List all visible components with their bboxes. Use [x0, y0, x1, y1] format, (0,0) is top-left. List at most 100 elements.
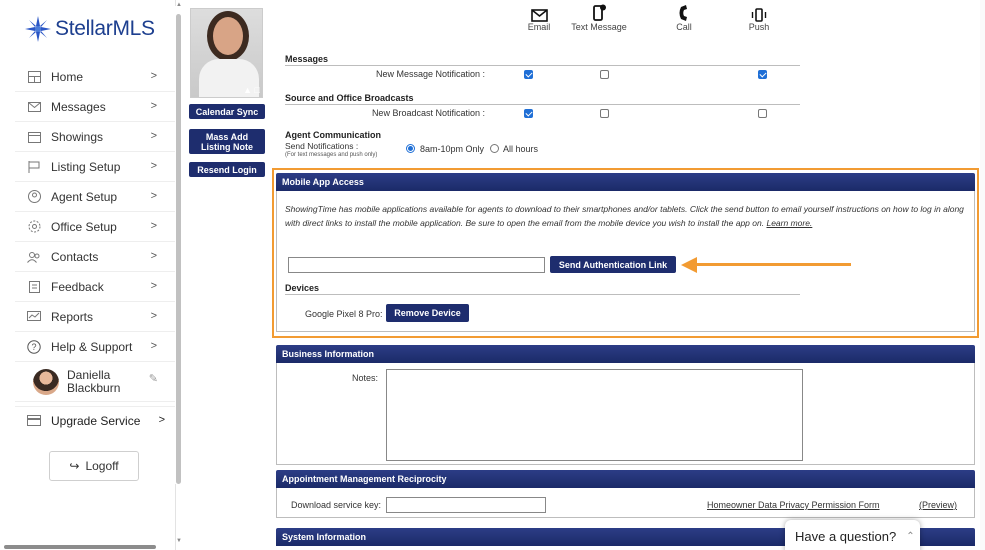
sidebar-item-agent-setup[interactable]: Agent Setup > [15, 182, 175, 212]
home-icon [27, 70, 41, 84]
send-notifications-label: Send Notifications : [285, 141, 359, 151]
download-key-input[interactable] [386, 497, 546, 513]
sidebar-item-label: Help & Support [51, 339, 133, 354]
profile-photo-face [213, 17, 243, 55]
chat-widget[interactable]: Have a question? ⌃ [785, 520, 920, 550]
sidebar-item-label: Reports [51, 309, 94, 324]
contacts-icon [27, 250, 41, 264]
devices-section-title: Devices [285, 283, 320, 293]
chevron-right-icon: > [150, 160, 157, 172]
send-notifications-note: (For text messages and push only) [285, 152, 378, 158]
sidebar-item-contacts[interactable]: Contacts > [15, 242, 175, 272]
reports-icon [27, 310, 41, 324]
divider [285, 65, 800, 66]
sidebar-item-feedback[interactable]: Feedback > [15, 272, 175, 302]
privacy-form-link[interactable]: Homeowner Data Privacy Permission Form [707, 500, 880, 510]
user-avatar [33, 368, 59, 395]
sidebar-item-label: Contacts [51, 249, 99, 264]
sidebar-item-messages[interactable]: Messages > [15, 92, 175, 122]
sidebar-item-label: Feedback [51, 279, 104, 294]
chevron-right-icon: > [150, 340, 157, 352]
radio-8am-10pm[interactable] [406, 144, 415, 153]
chevron-right-icon: > [150, 190, 157, 202]
mass-add-listing-note-button[interactable]: Mass Add Listing Note [189, 129, 265, 154]
sidebar-scrollbar[interactable] [175, 6, 182, 484]
chevron-right-icon: > [150, 250, 157, 262]
new-message-label: New Message Notification : [375, 69, 485, 79]
new-message-push-checkbox[interactable] [758, 70, 767, 79]
send-authentication-link-button[interactable]: Send Authentication Link [550, 256, 676, 273]
main-scrollbar[interactable] [980, 0, 985, 550]
chevron-right-icon: > [150, 220, 157, 232]
orange-arrow-line [693, 263, 851, 266]
sidebar-item-showings[interactable]: Showings > [15, 122, 175, 152]
help-icon: ? [27, 339, 41, 354]
option-all-hours-label: All hours [503, 144, 539, 154]
new-message-text-checkbox[interactable] [600, 70, 609, 79]
push-icon [724, 0, 794, 22]
sidebar-item-label: Home [51, 69, 84, 84]
chevron-right-icon: > [158, 414, 165, 426]
scroll-down-arrow-icon[interactable]: ▼ [176, 538, 182, 544]
channel-label: Call [676, 22, 692, 32]
logo-text-stellar: Stellar [55, 17, 113, 40]
learn-more-link[interactable]: Learn more. [766, 218, 812, 228]
gear-icon [27, 220, 41, 234]
edit-profile-icon[interactable]: ✎ [149, 372, 158, 385]
svg-text:?: ? [31, 342, 36, 352]
option-8am-10pm-label: 8am-10pm Only [420, 144, 485, 154]
messages-section-title: Messages [285, 54, 329, 64]
profile-photo[interactable]: ▲ □ [190, 8, 263, 98]
sidebar-item-label: Listing Setup [51, 159, 121, 174]
sidebar-item-home[interactable]: Home > [15, 62, 175, 92]
remove-device-button[interactable]: Remove Device [386, 304, 469, 322]
mobile-app-header: Mobile App Access [276, 173, 975, 191]
sidebar-item-label: Showings [51, 129, 104, 144]
notes-textarea[interactable] [386, 369, 803, 461]
upgrade-service-item[interactable]: Upgrade Service > [15, 406, 175, 434]
resend-login-button[interactable]: Resend Login [189, 162, 265, 177]
logoff-button[interactable]: ↪ Logoff [49, 451, 139, 481]
logoff-label: Logoff [85, 459, 119, 473]
reciprocity-header: Appointment Management Reciprocity [276, 470, 975, 488]
user-last-name: Blackburn [67, 380, 121, 395]
sidebar-nav: Home > Messages > Showings > Listing Set… [15, 62, 175, 402]
agent-icon [27, 190, 41, 204]
chevron-right-icon: > [150, 310, 157, 322]
channel-push: Push [724, 0, 794, 32]
sidebar-item-office-setup[interactable]: Office Setup > [15, 212, 175, 242]
calendar-sync-button[interactable]: Calendar Sync [189, 104, 265, 119]
horizontal-scrollbar[interactable] [4, 545, 156, 549]
stellar-mls-logo[interactable]: StellarMLS [25, 16, 155, 42]
sidebar-item-listing-setup[interactable]: Listing Setup > [15, 152, 175, 182]
new-broadcast-text-checkbox[interactable] [600, 109, 609, 118]
preview-link[interactable]: (Preview) [919, 500, 957, 510]
scroll-up-arrow-icon[interactable]: ▲ [176, 2, 182, 8]
channel-label: Push [748, 22, 770, 32]
radio-all-hours[interactable] [490, 144, 499, 153]
auth-email-input[interactable] [288, 257, 545, 273]
star-logo-icon [25, 16, 51, 42]
flag-icon [27, 160, 41, 174]
new-broadcast-push-checkbox[interactable] [758, 109, 767, 118]
chevron-right-icon: > [150, 70, 157, 82]
channel-call: Call [649, 0, 719, 32]
channel-text-message: Text Message [564, 0, 634, 32]
scrollbar-thumb[interactable] [176, 14, 181, 484]
new-broadcast-email-checkbox[interactable] [524, 109, 533, 118]
sidebar-user[interactable]: Daniella Blackburn ✎ [15, 362, 175, 402]
channel-label: Text Message [571, 22, 627, 32]
chevron-right-icon: > [150, 280, 157, 292]
mass-add-line2: Listing Note [201, 141, 253, 152]
chat-label: Have a question? [795, 528, 897, 544]
broadcasts-section-title: Source and Office Broadcasts [285, 93, 414, 103]
photo-tools-icon[interactable]: ▲ □ [243, 85, 260, 95]
new-message-email-checkbox[interactable] [524, 70, 533, 79]
main-content: Email Text Message Call Push Messages Ne… [272, 0, 980, 550]
sidebar-item-label: Office Setup [51, 219, 117, 234]
sidebar-item-reports[interactable]: Reports > [15, 302, 175, 332]
chevron-right-icon: > [150, 130, 157, 142]
sidebar-item-help-support[interactable]: ? Help & Support > [15, 332, 175, 362]
chevron-right-icon: > [150, 100, 157, 112]
credit-card-icon [27, 415, 41, 426]
